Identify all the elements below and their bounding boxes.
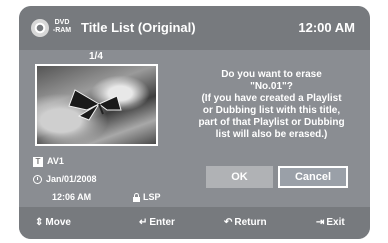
message-line: part of that Playlist or Dubbing [198,117,345,128]
move-label: Move [45,217,71,228]
message-line: "No.01"? [250,81,293,92]
move-hint: ⇕ Move [35,216,71,230]
exit-label: Exit [326,217,345,228]
disc-type-line1: DVD [54,19,70,26]
title-thumbnail [35,64,158,146]
title-bar: DVD -RAM Title List (Original) 12:00 AM [19,6,370,50]
cancel-button[interactable]: Cancel [278,166,348,188]
record-mode-line: LSP [133,192,161,203]
enter-hint: ↵ Enter [139,216,175,230]
message-line: list will also be erased.) [215,129,328,140]
message-line: or Dubbing list with this title, [202,105,341,116]
disc-icon [31,19,49,37]
message-line: Do you want to erase [221,69,322,80]
return-icon: ↶ [224,217,233,228]
exit-icon: ⇥ [316,217,325,228]
message-line: (If you have created a Playlist [201,93,342,104]
record-time: 12:06 AM [52,192,92,202]
ok-button[interactable]: OK [206,166,273,188]
erase-confirm-message: Do you want to erase "No.01"? (If you ha… [189,69,354,141]
record-mode: LSP [143,192,161,202]
source-label: AV1 [47,156,64,166]
footer-help-bar: ⇕ Move ↵ Enter ↶ Return ⇥ Exit [19,207,370,239]
return-hint: ↶ Return [224,216,267,230]
butterfly-image [68,89,122,121]
source-line: T AV1 [33,156,64,167]
lock-icon [133,192,140,202]
page-title: Title List (Original) [81,20,196,35]
clock-display: 12:00 AM [298,20,355,35]
date-line: Jan/01/2008 [33,174,97,185]
disc-type-line2: -RAM [52,27,72,34]
enter-label: Enter [149,217,175,228]
record-date: Jan/01/2008 [46,174,97,184]
title-counter: 1/4 [89,51,103,62]
clock-icon [33,175,42,185]
return-label: Return [234,217,267,228]
av-input-icon: T [33,156,43,167]
disc-type-label: DVD -RAM [52,19,72,35]
enter-icon: ↵ [139,217,148,228]
up-down-arrows-icon: ⇕ [35,217,44,228]
title-list-screen: DVD -RAM Title List (Original) 12:00 AM … [19,6,370,239]
exit-hint: ⇥ Exit [316,216,345,230]
